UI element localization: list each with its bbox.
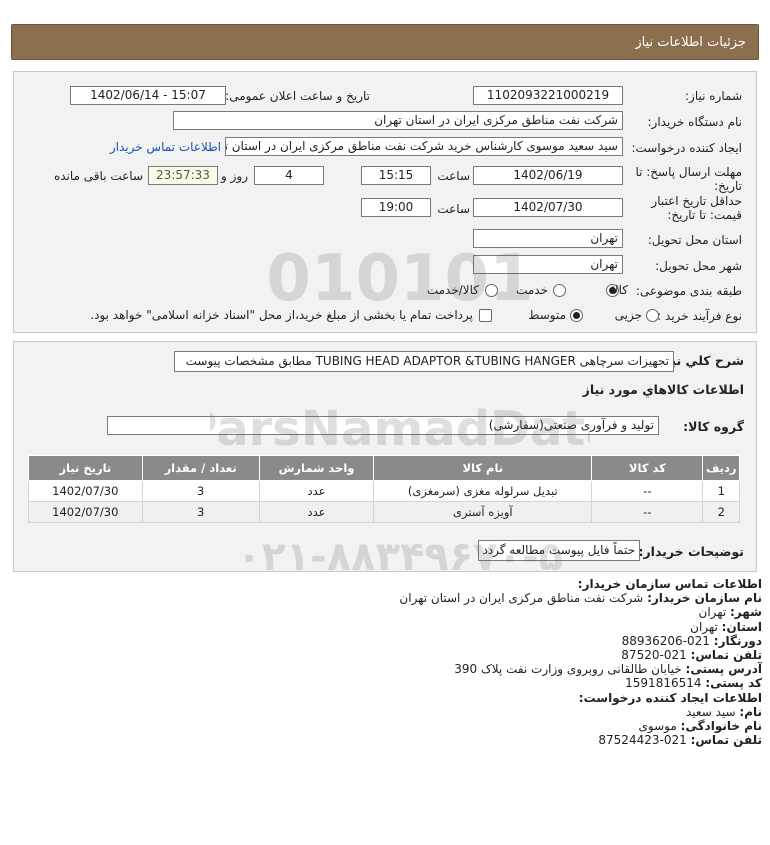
item-date: 1402/07/30	[28, 501, 143, 523]
contact-org: شرکت نفت مناطق مرکزی ایران در استان تهرا…	[399, 591, 644, 606]
city-label: شهر محل تحویل:	[655, 259, 742, 273]
buyer-org-label: نام دستگاه خریدار:	[647, 115, 743, 129]
contact-org-label: نام سازمان خریدار:	[647, 591, 762, 606]
creator-field[interactable]: سید سعید موسوی کارشناس خرید شرکت نفت منا…	[225, 137, 623, 156]
col-qty-header: تعداد / مقدار	[141, 455, 260, 481]
goods-group-field[interactable]: تولید و فرآوری صنعتی(سفارشی)	[107, 416, 659, 435]
creator-name: سید سعید	[686, 704, 736, 719]
item-qty: 3	[141, 501, 260, 523]
treasury-payment-note: پرداخت تمام یا بخشی از مبلغ خرید،از محل …	[90, 308, 473, 322]
creator-phone-label: تلفن تماس:	[690, 733, 762, 748]
process-minor-label: جزیی	[614, 308, 642, 322]
validity-date-field[interactable]: 1402/07/30	[473, 198, 623, 217]
row-number: 1	[702, 480, 740, 502]
creator-label: ایجاد کننده درخواست:	[631, 141, 742, 155]
contact-province: تهران	[690, 619, 718, 634]
contact-city-label: شهر:	[730, 605, 762, 620]
item-code: --	[591, 501, 704, 523]
item-unit: عدد	[258, 480, 375, 502]
buyer-org-field[interactable]: شرکت نفت مناطق مرکزی ایران در استان تهرا…	[173, 111, 623, 130]
goods-section-title: اطلاعات کالاهاي مورد نیاز	[582, 382, 744, 397]
validity-label: حداقل تاریخ اعتبار	[651, 194, 742, 208]
creator-phone: 021-87524423	[598, 733, 687, 748]
col-name-header: نام کالا	[373, 455, 593, 481]
col-code-header: کد کالا	[591, 455, 704, 481]
row-number: 2	[702, 501, 740, 523]
deadline-date-field[interactable]: 1402/06/19	[473, 166, 623, 185]
validity-time-field[interactable]: 19:00	[361, 198, 431, 217]
creator-name-label: نام:	[739, 704, 762, 719]
item-unit: عدد	[258, 501, 375, 523]
creator-family-label: نام خانوادگی:	[680, 719, 762, 734]
buyer-notes-label: توضیحات خریدار:	[638, 544, 744, 559]
category-both-radio[interactable]	[485, 284, 498, 297]
contact-title: اطلاعات تماس سازمان خریدار:	[577, 577, 762, 591]
category-goods-label: کالا	[611, 283, 628, 297]
need-number-label: شماره نیاز:	[685, 89, 742, 103]
validity-time-label: ساعت	[437, 202, 470, 216]
deadline-label: مهلت ارسال پاسخ: تا	[635, 165, 742, 179]
remaining-label: ساعت باقی مانده	[53, 169, 143, 183]
province-field[interactable]: تهران	[473, 229, 623, 248]
creator-info-title: اطلاعات ایجاد کننده درخواست:	[578, 690, 762, 705]
item-name: تبدیل سرلوله مغزی (سرمغزی)	[373, 480, 593, 502]
category-service-radio[interactable]	[553, 284, 566, 297]
days-field[interactable]: 4	[254, 166, 324, 185]
city-field[interactable]: تهران	[473, 255, 623, 274]
item-qty: 3	[141, 480, 260, 502]
goods-table: ردیف کد کالا نام کالا واحد شمارش تعداد /…	[28, 455, 740, 523]
process-label: نوع فرآیند خرید :	[657, 309, 742, 323]
contact-fax: 021-88936206	[621, 633, 710, 648]
goods-group-label: گروه کالا:	[683, 419, 744, 434]
treasury-payment-checkbox[interactable]	[479, 309, 492, 322]
deadline-label-2: تاریخ:	[714, 179, 742, 193]
announce-field[interactable]: 1402/06/14 - 15:07	[70, 86, 226, 105]
category-service-label: خدمت	[516, 283, 548, 297]
contact-phone: 021-87520	[621, 648, 687, 663]
contact-phone-label: تلفن تماس:	[690, 648, 762, 663]
buyer-notes-field[interactable]: حتماً فایل پیوست مطالعه گردد	[478, 540, 640, 561]
validity-label-2: قیمت: تا تاریخ:	[667, 208, 742, 222]
contact-province-label: استان:	[721, 619, 762, 634]
need-number-field[interactable]: 1102093221000219	[473, 86, 623, 105]
table-row[interactable]: 2 -- آویزه آستری عدد 3 1402/07/30	[28, 501, 740, 523]
col-date-header: تاریخ نیاز	[28, 455, 143, 481]
item-code: --	[591, 480, 704, 502]
contact-address-label: آدرس پستی:	[685, 662, 762, 677]
category-label: طبقه بندی موضوعی:	[635, 284, 742, 298]
page-header: جزئیات اطلاعات نیاز	[11, 24, 759, 60]
summary-field[interactable]: تجهیزات سرچاهی TUBING HEAD ADAPTOR &TUBI…	[174, 351, 674, 372]
col-unit-header: واحد شمارش	[258, 455, 375, 481]
table-row[interactable]: 1 -- تبدیل سرلوله مغزی (سرمغزی) عدد 3 14…	[28, 480, 740, 502]
days-label: روز و	[221, 169, 248, 183]
contact-postal: 1591816514	[625, 676, 702, 691]
contact-address: خیابان طالقانی روبروی وزارت نفت پلاک 390	[454, 662, 682, 677]
page-title: جزئیات اطلاعات نیاز	[635, 35, 746, 50]
item-name: آویزه آستری	[373, 501, 593, 523]
deadline-time-field[interactable]: 15:15	[361, 166, 431, 185]
contact-info: اطلاعات تماس سازمان خریدار: نام سازمان خ…	[22, 577, 762, 747]
process-minor-radio[interactable]	[646, 309, 659, 322]
announce-label: تاریخ و ساعت اعلان عمومی:	[225, 89, 370, 103]
contact-postal-label: کد پستی:	[705, 676, 762, 691]
remaining-time-field: 23:57:33	[148, 166, 218, 185]
category-both-label: کالا/خدمت	[426, 283, 479, 297]
process-medium-label: متوسط	[528, 308, 566, 322]
contact-fax-label: دورنگار:	[713, 633, 762, 648]
contact-city: تهران	[698, 605, 727, 620]
item-date: 1402/07/30	[28, 480, 143, 502]
province-label: استان محل تحویل:	[647, 233, 742, 247]
buyer-contact-link[interactable]: اطلاعات تماس خریدار	[110, 140, 221, 154]
col-row-header: ردیف	[702, 455, 740, 481]
deadline-time-label: ساعت	[437, 169, 470, 183]
creator-family: موسوی	[638, 719, 677, 734]
process-medium-radio[interactable]	[570, 309, 583, 322]
